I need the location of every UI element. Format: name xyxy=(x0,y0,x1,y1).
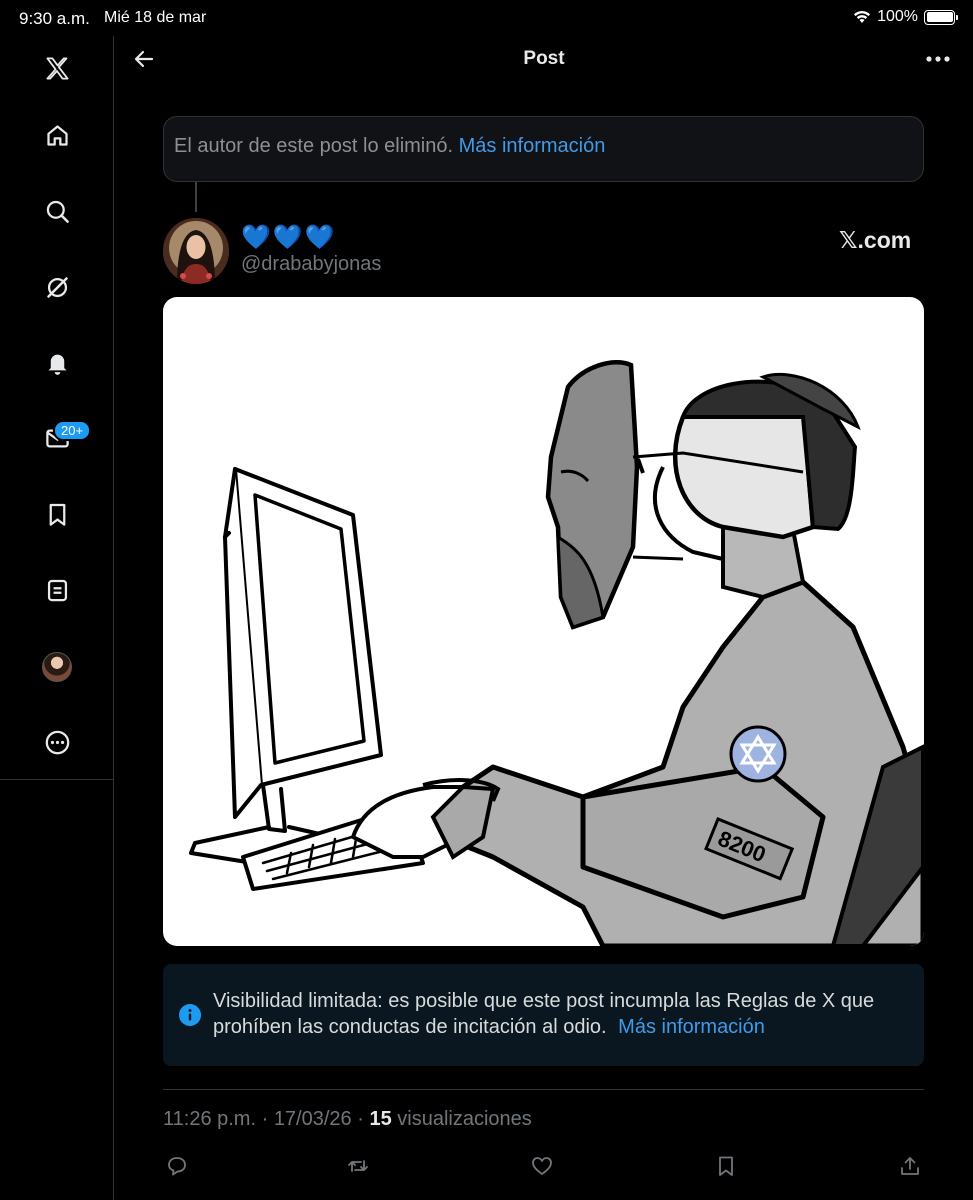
post-date[interactable]: 17/03/26 xyxy=(274,1108,352,1130)
sidebar: 20+ xyxy=(0,36,114,1200)
bookmark-icon xyxy=(49,503,65,526)
sidebar-item-bookmarks[interactable] xyxy=(37,494,77,534)
author-avatar[interactable] xyxy=(163,218,229,284)
sidebar-item-grok[interactable] xyxy=(37,267,77,307)
source-label: 𝕏.com xyxy=(839,227,912,253)
bell-icon xyxy=(48,354,66,375)
author-handle[interactable]: @drababyjonas xyxy=(241,253,381,276)
status-time: 9:30 a.m. xyxy=(19,9,90,28)
info-icon xyxy=(179,1004,201,1026)
limited-visibility-text: Visibilidad limitada: es posible que est… xyxy=(213,988,903,1040)
list-icon xyxy=(47,579,67,601)
sidebar-item-notifications[interactable] xyxy=(37,342,77,382)
status-bar: 9:30 a.m. Mié 18 de mar 100% xyxy=(0,0,973,36)
avatar xyxy=(42,652,72,682)
arrow-left-icon xyxy=(134,50,154,68)
back-button[interactable] xyxy=(129,44,159,74)
thread-line xyxy=(195,182,197,212)
status-indicators: 100% xyxy=(853,8,958,26)
home-icon xyxy=(46,124,68,146)
reply-icon xyxy=(168,1157,186,1176)
search-icon xyxy=(46,200,69,223)
deleted-notice-more-info-link[interactable]: Más información xyxy=(459,135,606,157)
limited-visibility-notice: Visibilidad limitada: es posible que est… xyxy=(163,964,924,1066)
deleted-post-notice: El autor de este post lo eliminó. Más in… xyxy=(163,116,924,182)
limited-visibility-message: Visibilidad limitada: es posible que est… xyxy=(213,990,875,1038)
x-logo-icon[interactable] xyxy=(37,48,77,88)
views-label: visualizaciones xyxy=(397,1108,532,1130)
more-circle-icon xyxy=(45,730,69,754)
author-display-name[interactable]: 💙💙💙 xyxy=(241,223,337,252)
sidebar-item-search[interactable] xyxy=(37,191,77,231)
post-image[interactable]: 8200 xyxy=(163,297,924,946)
deleted-notice-text: El autor de este post lo eliminó. xyxy=(174,135,454,157)
messages-badge: 20+ xyxy=(53,420,92,441)
sidebar-item-profile[interactable] xyxy=(37,647,77,687)
bookmark-icon xyxy=(719,1156,733,1176)
more-horizontal-icon xyxy=(926,56,950,62)
like-button[interactable] xyxy=(528,1152,556,1180)
wifi-icon xyxy=(854,11,871,23)
battery-percentage: 100% xyxy=(877,8,918,25)
post-actions xyxy=(163,1152,924,1182)
limited-visibility-more-info-link[interactable]: Más información xyxy=(618,1016,765,1038)
share-button[interactable] xyxy=(896,1152,924,1180)
more-options-button[interactable] xyxy=(923,45,953,73)
status-date: Mié 18 de mar xyxy=(104,9,207,26)
sidebar-divider xyxy=(0,779,114,780)
repost-button[interactable] xyxy=(344,1152,372,1180)
repost-icon xyxy=(348,1160,368,1172)
reply-button[interactable] xyxy=(163,1152,191,1180)
post-meta: 11:26 p.m. · 17/03/26 · 15 visualizacion… xyxy=(163,1108,532,1130)
sidebar-item-more[interactable] xyxy=(37,722,77,762)
page-title: Post xyxy=(523,48,565,69)
sidebar-item-lists[interactable] xyxy=(37,570,77,610)
post-header: Post xyxy=(115,36,973,82)
heart-icon xyxy=(532,1157,552,1175)
bookmark-button[interactable] xyxy=(712,1152,740,1180)
grok-icon xyxy=(46,276,68,298)
post-time[interactable]: 11:26 p.m. xyxy=(163,1108,256,1130)
sidebar-item-home[interactable] xyxy=(37,115,77,155)
share-icon xyxy=(901,1157,919,1175)
post-divider xyxy=(163,1089,924,1090)
views-count: 15 xyxy=(369,1108,392,1130)
battery-icon xyxy=(924,9,958,25)
